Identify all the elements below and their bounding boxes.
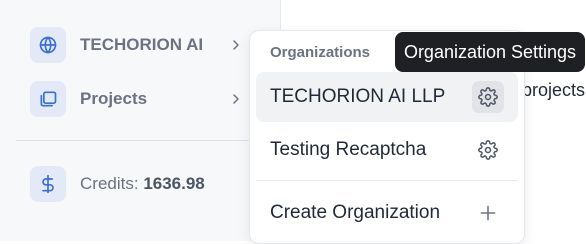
credits-value: 1636.98 [143,174,205,193]
create-organization-label: Create Organization [270,202,441,223]
credits-display: Credits: 1636.98 [30,166,250,202]
chevron-right-icon [233,40,239,50]
gear-icon [478,87,498,107]
create-organization-button[interactable]: Create Organization [256,188,518,238]
org-settings-button[interactable] [472,134,504,166]
sidebar-item-projects[interactable]: Projects [30,81,250,117]
sidebar-item-label: TECHORION AI [80,35,204,54]
tooltip: Organization Settings [395,32,585,72]
globe-icon [30,27,66,63]
gear-icon [478,140,498,160]
menu-header: Organizations [270,44,371,61]
background-text: projects [522,80,586,100]
org-item-testing-recaptcha[interactable]: Testing Recaptcha [256,125,518,175]
org-name: Testing Recaptcha [270,139,427,160]
credits-label: Credits: 1636.98 [80,174,205,194]
sidebar-divider [16,140,278,141]
sidebar-item-organization[interactable]: TECHORION AI [30,27,250,63]
plus-icon [472,197,504,229]
org-settings-button[interactable] [472,81,504,113]
folders-icon [30,81,66,117]
credits-label-text: Credits: [80,174,139,193]
org-item-techorion[interactable]: TECHORION AI LLP [256,72,518,122]
sidebar-item-label: Projects [80,89,148,108]
org-name: TECHORION AI LLP [270,86,446,107]
chevron-right-icon [233,94,239,104]
dollar-icon [30,166,66,202]
menu-divider [256,180,518,181]
sidebar: TECHORION AI Projects Credits: 1636.98 [0,0,281,241]
